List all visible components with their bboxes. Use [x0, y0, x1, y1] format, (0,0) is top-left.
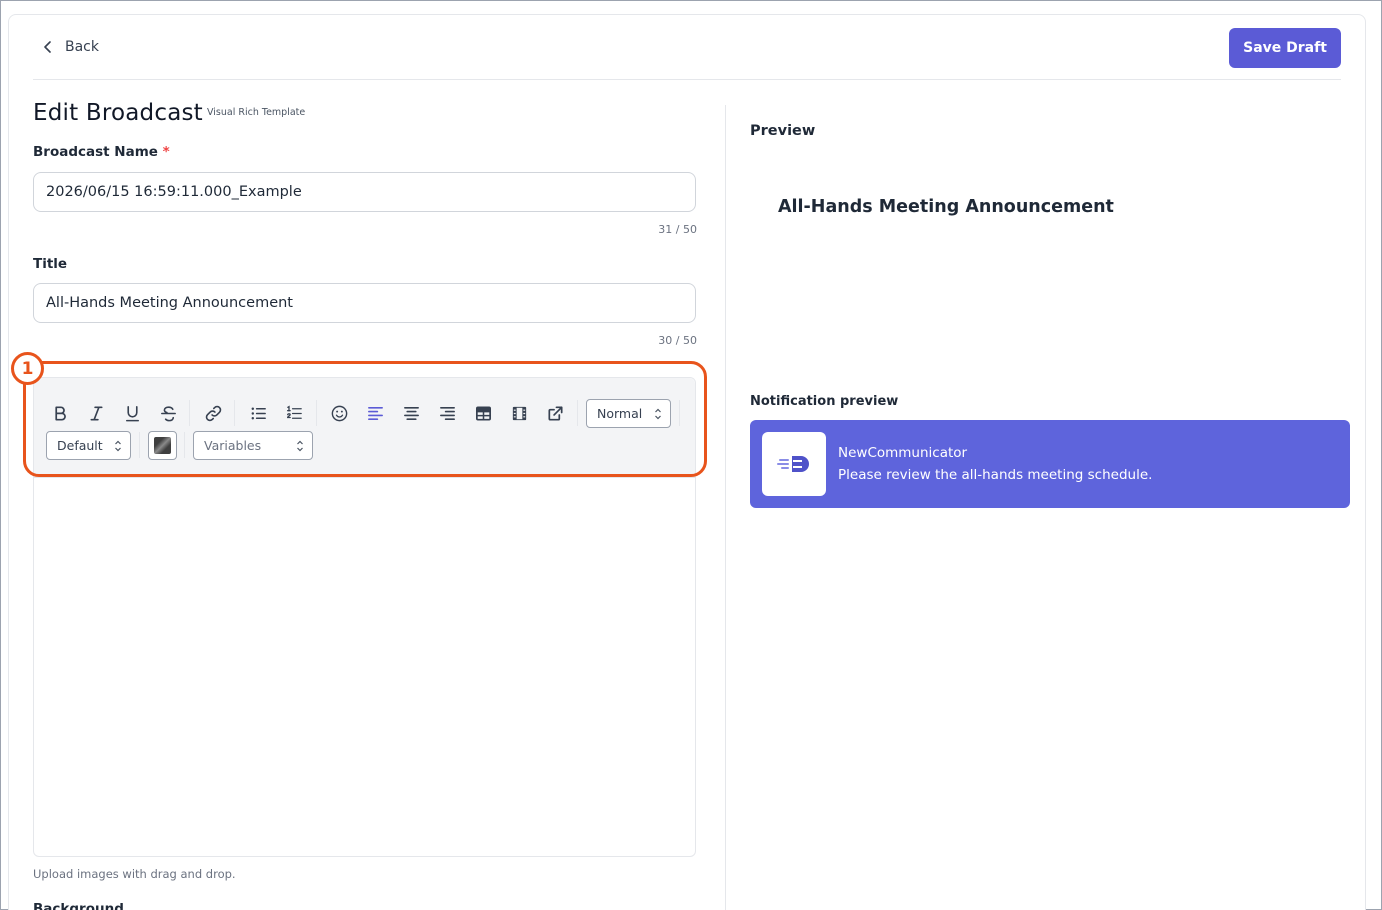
- toolbar-separator: [234, 400, 235, 426]
- toolbar-separator: [189, 400, 190, 426]
- underline-icon[interactable]: [120, 401, 144, 425]
- font-family-select[interactable]: Default: [46, 431, 131, 460]
- title-counter: 30 / 50: [658, 334, 697, 347]
- video-icon[interactable]: [507, 401, 531, 425]
- color-swatch-icon: [154, 437, 171, 454]
- column-divider: [725, 105, 726, 910]
- italic-icon[interactable]: [84, 401, 108, 425]
- toolbar-separator: [316, 400, 317, 426]
- broadcast-name-counter: 31 / 50: [658, 223, 697, 236]
- editor-content-area[interactable]: [34, 479, 695, 856]
- upload-hint: Upload images with drag and drop.: [33, 867, 236, 881]
- text-color-picker[interactable]: [148, 431, 177, 460]
- preview-title: All-Hands Meeting Announcement: [778, 197, 1114, 217]
- notification-message: Please review the all-hands meeting sche…: [838, 467, 1153, 483]
- notification-preview-heading: Notification preview: [750, 394, 899, 409]
- template-type-tag: Visual Rich Template: [207, 107, 306, 118]
- toolbar-separator: [679, 400, 680, 426]
- annotation-marker: 1: [11, 352, 44, 385]
- page-header: Back Save Draft: [33, 15, 1341, 80]
- toolbar-separator: [139, 432, 140, 458]
- bold-icon[interactable]: [48, 401, 72, 425]
- editor-toolbar: Normal Default Variables: [34, 378, 695, 478]
- edit-broadcast-card: Back Save Draft Edit Broadcast Visual Ri…: [8, 14, 1366, 910]
- chevron-updown-icon: [297, 440, 303, 452]
- notification-preview-card: NewCommunicator Please review the all-ha…: [750, 420, 1350, 508]
- app-logo-icon: [762, 432, 826, 496]
- background-label: Background: [33, 901, 124, 910]
- font-family-value: Default: [57, 438, 103, 453]
- variables-value: Variables: [204, 438, 262, 453]
- back-button[interactable]: Back: [43, 39, 99, 55]
- link-icon[interactable]: [201, 401, 225, 425]
- back-label: Back: [65, 39, 99, 55]
- rich-text-editor: Normal Default Variables: [33, 377, 696, 857]
- preview-panel: Preview All-Hands Meeting Announcement N…: [750, 105, 1350, 910]
- page-title: Edit Broadcast: [33, 100, 203, 126]
- numbered-list-icon[interactable]: [282, 401, 306, 425]
- chevron-left-icon: [44, 41, 51, 53]
- align-center-icon[interactable]: [399, 401, 423, 425]
- strikethrough-icon[interactable]: [156, 401, 180, 425]
- broadcast-name-label: Broadcast Name *: [33, 144, 170, 160]
- save-draft-button[interactable]: Save Draft: [1229, 28, 1341, 68]
- title-input[interactable]: [33, 283, 696, 323]
- broadcast-name-input[interactable]: [33, 172, 696, 212]
- chevron-updown-icon: [115, 440, 121, 452]
- external-link-icon[interactable]: [543, 401, 567, 425]
- edit-form: Edit Broadcast Visual Rich Template Broa…: [33, 80, 697, 910]
- variables-select[interactable]: Variables: [193, 431, 313, 460]
- table-icon[interactable]: [471, 401, 495, 425]
- align-right-icon[interactable]: [435, 401, 459, 425]
- chevron-updown-icon: [655, 408, 661, 420]
- toolbar-separator: [184, 432, 185, 458]
- notification-app-name: NewCommunicator: [838, 445, 968, 461]
- emoji-icon[interactable]: [327, 401, 351, 425]
- align-left-icon[interactable]: [363, 401, 387, 425]
- bullet-list-icon[interactable]: [246, 401, 270, 425]
- title-label: Title: [33, 256, 68, 272]
- broadcast-name-label-text: Broadcast Name: [33, 144, 158, 160]
- toolbar-separator: [577, 400, 578, 426]
- text-size-select[interactable]: Normal: [586, 399, 671, 428]
- text-size-value: Normal: [597, 406, 643, 421]
- required-mark: *: [162, 144, 170, 160]
- preview-heading: Preview: [750, 123, 816, 139]
